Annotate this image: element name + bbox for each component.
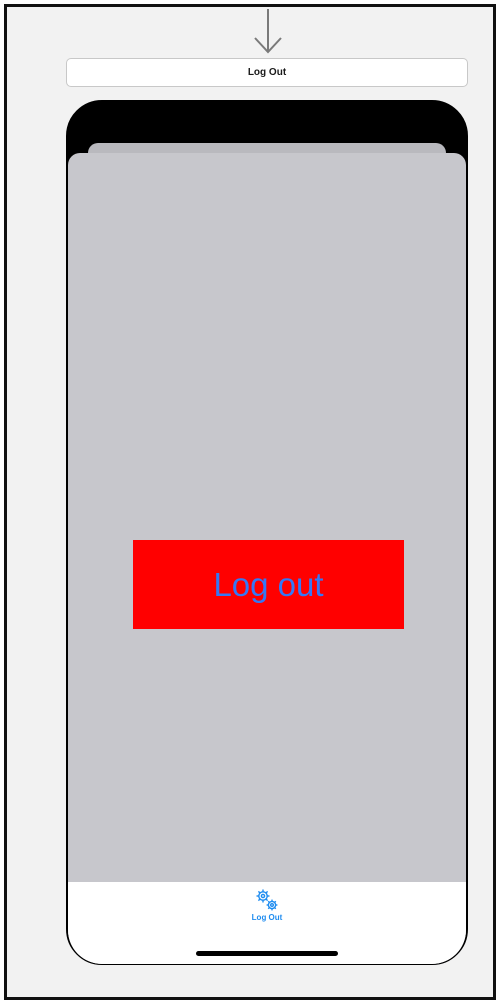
logout-button[interactable]: Log out [133, 540, 404, 629]
home-indicator [196, 951, 338, 956]
storyboard-canvas: Log Out Log out Log Out [4, 4, 496, 1000]
scene-title-bar[interactable]: Log Out [66, 58, 468, 87]
tab-bar: Log Out [68, 882, 466, 964]
scene-title: Log Out [247, 67, 287, 78]
tab-log-out[interactable]: Log Out [242, 887, 292, 931]
entry-point-arrow-icon [254, 9, 282, 54]
tab-log-out-label: Log Out [251, 913, 283, 922]
gears-icon [256, 889, 278, 911]
device-frame: Log out Log Out [66, 100, 468, 965]
view-controller-screen: Log out Log Out [68, 153, 466, 964]
